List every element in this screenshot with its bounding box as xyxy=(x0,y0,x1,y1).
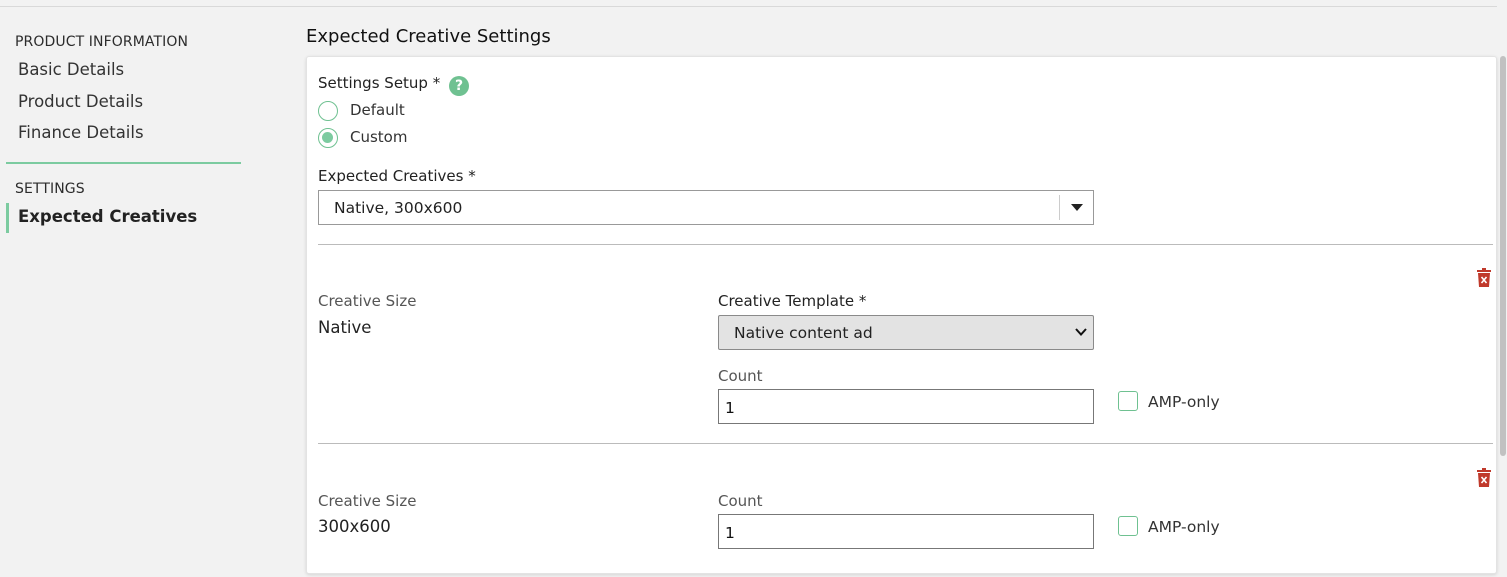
count-label: Count xyxy=(718,492,763,510)
radio-custom-label[interactable]: Custom xyxy=(350,128,407,146)
creative-size-value: 300x600 xyxy=(318,517,391,536)
count-value: 1 xyxy=(725,399,735,417)
creative-template-label: Creative Template * xyxy=(718,292,867,310)
expected-creatives-select[interactable]: Native, 300x600 xyxy=(318,190,1094,225)
settings-setup-label: Settings Setup * xyxy=(318,74,441,92)
section-divider xyxy=(318,244,1493,245)
sidebar-item-product-details[interactable]: Product Details xyxy=(18,92,143,111)
trash-icon[interactable] xyxy=(1476,468,1492,487)
chevron-down-icon xyxy=(1075,328,1087,336)
creative-size-value: Native xyxy=(318,318,372,337)
creative-size-label: Creative Size xyxy=(318,292,417,310)
count-value: 1 xyxy=(725,524,735,542)
trash-icon[interactable] xyxy=(1476,268,1492,287)
creative-template-select[interactable]: Native content ad xyxy=(718,315,1094,350)
count-input[interactable]: 1 xyxy=(718,514,1094,549)
expected-creatives-value: Native, 300x600 xyxy=(334,199,463,217)
sidebar-heading-product-information: PRODUCT INFORMATION xyxy=(15,34,189,50)
amp-only-checkbox[interactable] xyxy=(1118,391,1138,411)
sidebar-divider xyxy=(6,162,241,164)
count-input[interactable]: 1 xyxy=(718,389,1094,424)
section-divider xyxy=(318,443,1493,444)
page-title: Expected Creative Settings xyxy=(306,26,551,47)
select-separator xyxy=(1059,195,1060,220)
top-divider xyxy=(0,6,1497,7)
sidebar-item-basic-details[interactable]: Basic Details xyxy=(18,60,124,79)
active-indicator xyxy=(6,203,9,233)
sidebar-item-finance-details[interactable]: Finance Details xyxy=(18,123,144,142)
radio-default-label[interactable]: Default xyxy=(350,101,405,119)
radio-custom[interactable] xyxy=(318,128,338,148)
amp-only-label[interactable]: AMP-only xyxy=(1148,393,1220,411)
radio-default[interactable] xyxy=(318,101,338,121)
expected-creatives-label: Expected Creatives * xyxy=(318,167,476,185)
count-label: Count xyxy=(718,367,763,385)
creative-size-label: Creative Size xyxy=(318,492,417,510)
help-icon[interactable]: ? xyxy=(449,76,469,96)
creative-template-value: Native content ad xyxy=(734,324,873,342)
sidebar-item-expected-creatives[interactable]: Expected Creatives xyxy=(18,207,197,226)
caret-down-icon[interactable] xyxy=(1071,204,1083,211)
amp-only-checkbox[interactable] xyxy=(1118,516,1138,536)
sidebar-heading-settings: SETTINGS xyxy=(15,181,85,197)
amp-only-label[interactable]: AMP-only xyxy=(1148,518,1220,536)
scrollbar[interactable] xyxy=(1500,56,1506,456)
